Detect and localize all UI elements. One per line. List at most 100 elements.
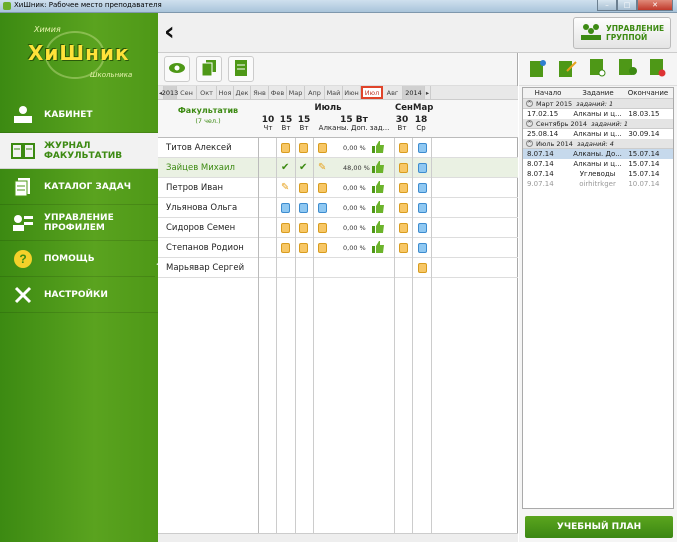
manage-group-button[interactable]: УПРАВЛЕНИЕ ГРУППОЙ — [573, 17, 671, 49]
date-col[interactable]: 18 Ср — [413, 116, 429, 133]
task-cell-icon[interactable] — [318, 223, 327, 233]
month-tab[interactable]: Июл — [361, 86, 383, 99]
task-cell-icon[interactable] — [399, 163, 408, 173]
date-col[interactable]: 10 Чт — [260, 116, 276, 133]
task-cell-icon[interactable] — [418, 223, 427, 233]
pencil-icon[interactable]: ✎ — [281, 183, 290, 193]
maximize-button[interactable]: □ — [617, 0, 637, 11]
collapse-icon[interactable]: ^ — [526, 140, 533, 147]
horizontal-scrollbar[interactable] — [158, 533, 518, 542]
task-cell-icon[interactable] — [299, 243, 308, 253]
list-item[interactable]: 8.07.14 Алканы и ц... 15.07.14 — [523, 159, 673, 169]
task-cell-icon[interactable] — [399, 183, 408, 193]
list-button[interactable] — [228, 56, 254, 82]
task-cell-icon[interactable] — [299, 203, 308, 213]
copy-button[interactable] — [196, 56, 222, 82]
assign-task-icon[interactable] — [619, 58, 638, 80]
task-cell-icon[interactable] — [299, 223, 308, 233]
sidebar-item-profile[interactable]: УПРАВЛЕНИЕ ПРОФИЛЕМ — [0, 205, 158, 241]
task-cell-icon[interactable] — [399, 203, 408, 213]
table-row[interactable]: Марьявар Сергей — [158, 258, 518, 278]
col-start[interactable]: Начало — [523, 89, 573, 97]
sidebar-item-cabinet[interactable]: КАБИНЕТ — [0, 97, 158, 133]
collapse-icon[interactable]: ^ — [526, 120, 533, 127]
col-task[interactable]: Задание — [573, 89, 623, 97]
list-item[interactable]: 8.07.14 Алканы. До... 15.07.14 — [523, 149, 673, 159]
grid-divider — [394, 138, 395, 533]
year-tab[interactable]: 2014 — [403, 86, 425, 99]
list-item[interactable]: 9.07.14 oirhitrkger 10.07.14 — [523, 179, 673, 189]
list-item[interactable]: 17.02.15 Алканы и ц... 18.03.15 — [523, 109, 673, 119]
table-row[interactable]: Зайцев Михаил ✔ ✔ ✎ 48,00 % — [158, 158, 518, 178]
task-cell-icon[interactable] — [418, 263, 427, 273]
task-cell-icon[interactable] — [318, 183, 327, 193]
date-col[interactable]: 15 Вт Алканы. Доп. зад... — [316, 116, 392, 133]
table-row[interactable]: Ульянова Ольга 0,00 % — [158, 198, 518, 218]
month-tab[interactable]: Мар — [287, 86, 305, 99]
check-icon[interactable]: ✔ — [281, 163, 290, 173]
month-tab[interactable]: Дек — [234, 86, 251, 99]
minimize-button[interactable]: – — [597, 0, 617, 11]
task-cell-icon[interactable] — [318, 203, 327, 213]
table-row[interactable]: Титов Алексей 0,00 % — [158, 138, 518, 158]
collapse-icon[interactable]: ^ — [526, 100, 533, 107]
task-cell-icon[interactable] — [299, 183, 308, 193]
pencil-icon[interactable]: ✎ — [318, 163, 327, 173]
col-end[interactable]: Окончание — [623, 89, 673, 97]
task-cell-icon[interactable] — [281, 223, 290, 233]
sidebar-item-settings[interactable]: НАСТРОЙКИ — [0, 277, 158, 313]
date-col[interactable]: 15 Вт — [296, 115, 312, 133]
task-cell-icon[interactable] — [418, 163, 427, 173]
task-cell-icon[interactable] — [281, 203, 290, 213]
task-cell-icon[interactable] — [281, 243, 290, 253]
month-tab[interactable]: Авг — [383, 86, 403, 99]
month-tab[interactable]: Ноя — [217, 86, 234, 99]
date-col[interactable]: 30 Вт — [394, 116, 410, 133]
delete-task-icon[interactable] — [650, 58, 666, 80]
task-cell-icon[interactable] — [318, 143, 327, 153]
sidebar-item-label: ЖУРНАЛ ФАКУЛЬТАТИВ — [44, 140, 123, 161]
task-cell-icon[interactable] — [418, 203, 427, 213]
check-icon[interactable]: ✔ — [299, 163, 308, 173]
task-cell-icon[interactable] — [318, 243, 327, 253]
month-tab[interactable]: Апр — [305, 86, 325, 99]
task-cell-icon[interactable] — [399, 243, 408, 253]
add-task-icon[interactable] — [529, 59, 546, 80]
task-end: 30.09.14 — [628, 130, 660, 138]
month-tab[interactable]: Окт — [197, 86, 217, 99]
sidebar-item-catalog[interactable]: КАТАЛОГ ЗАДАЧ — [0, 169, 158, 205]
date-day: 15 — [297, 115, 311, 125]
view-button[interactable] — [164, 56, 190, 82]
assignment-group-header[interactable]: ^ Сентябрь 2014 заданий: 1 — [523, 119, 673, 129]
check-task-icon[interactable] — [589, 58, 606, 80]
task-cell-icon[interactable] — [418, 143, 427, 153]
month-tab[interactable]: Май — [325, 86, 343, 99]
month-tab[interactable]: Янв — [251, 86, 269, 99]
task-cell-icon[interactable] — [281, 143, 290, 153]
date-col[interactable]: 15 Вт — [278, 116, 294, 133]
sidebar-item-help[interactable]: ? ПОМОЩЬ — [0, 241, 158, 277]
month-tab[interactable]: Фев — [269, 86, 287, 99]
assignment-group-header[interactable]: ^ Март 2015 заданий: 1 — [523, 99, 673, 109]
study-plan-button[interactable]: УЧЕБНЫЙ ПЛАН — [525, 516, 673, 538]
edit-task-icon[interactable] — [558, 59, 577, 80]
task-cell-icon[interactable] — [299, 143, 308, 153]
student-name: Сидоров Семен — [166, 223, 236, 233]
task-cell-icon[interactable] — [418, 183, 427, 193]
list-item[interactable]: 8.07.14 Углеводы 15.07.14 — [523, 169, 673, 179]
task-cell-icon[interactable] — [399, 143, 408, 153]
months-right-arrow[interactable]: ▸ — [425, 86, 431, 99]
assignment-group-header[interactable]: ^ Июль 2014 заданий: 4 — [523, 139, 673, 149]
back-button[interactable]: ‹ — [164, 19, 175, 45]
table-row[interactable]: Петров Иван ✎ 0,00 % — [158, 178, 518, 198]
year-tab[interactable]: 2013 — [162, 86, 178, 99]
task-cell-icon[interactable] — [399, 223, 408, 233]
list-item[interactable]: 25.08.14 Алканы и ц... 30.09.14 — [523, 129, 673, 139]
task-cell-icon[interactable] — [418, 243, 427, 253]
month-tab[interactable]: Сен — [177, 86, 197, 99]
close-button[interactable]: ✕ — [637, 0, 673, 11]
table-row[interactable]: Степанов Родион 0,00 % — [158, 238, 518, 258]
table-row[interactable]: Сидоров Семен 0,00 % — [158, 218, 518, 238]
month-tab[interactable]: Июн — [343, 86, 361, 99]
sidebar-item-journal[interactable]: ЖУРНАЛ ФАКУЛЬТАТИВ — [0, 133, 160, 169]
